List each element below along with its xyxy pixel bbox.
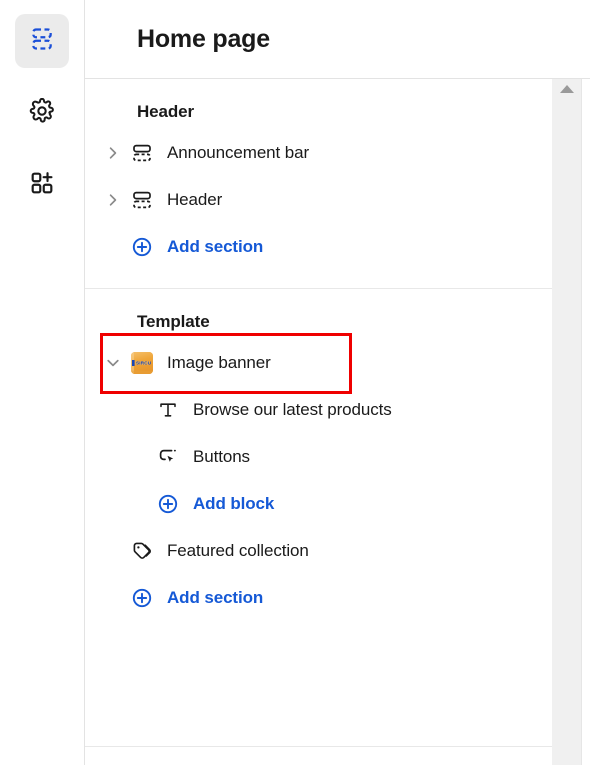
- section-label: Announcement bar: [167, 142, 310, 162]
- plus-circle-icon: [153, 493, 183, 515]
- chevron-right-icon[interactable]: [99, 145, 127, 161]
- list-bottom-divider: [85, 746, 552, 747]
- text-block-icon: [153, 399, 183, 421]
- sections-list: Header Announcement bar Header Add secti…: [85, 79, 552, 765]
- page-title: Home page: [137, 24, 270, 53]
- apps-add-icon: [29, 170, 55, 201]
- rail-item-apps[interactable]: [15, 158, 69, 212]
- add-section-button-header[interactable]: Add section: [85, 223, 552, 270]
- rail-item-sections[interactable]: [15, 14, 69, 68]
- section-label: Featured collection: [167, 540, 309, 560]
- settings-gear-icon: [29, 97, 55, 129]
- section-row-image-banner[interactable]: SIRCU Image banner: [85, 333, 552, 394]
- plus-circle-icon: [127, 587, 157, 609]
- add-section-label: Add section: [167, 587, 264, 607]
- block-label: Buttons: [193, 446, 250, 466]
- add-section-button-template[interactable]: Add section: [85, 574, 552, 621]
- panel-right-edge: [582, 79, 590, 765]
- vertical-scrollbar[interactable]: [552, 79, 582, 765]
- add-block-label: Add block: [193, 493, 275, 513]
- add-section-label: Add section: [167, 236, 264, 256]
- panel-body: Header Announcement bar Header Add secti…: [85, 79, 590, 765]
- block-row-text[interactable]: Browse our latest products: [85, 386, 552, 433]
- section-icon: [127, 142, 157, 164]
- add-block-button[interactable]: Add block: [85, 480, 552, 527]
- section-icon: [127, 189, 157, 211]
- svg-text:SIRCU: SIRCU: [136, 360, 152, 365]
- button-block-icon: [153, 446, 183, 468]
- section-row-header[interactable]: Header: [85, 176, 552, 223]
- left-icon-rail: [0, 0, 85, 765]
- section-group-header: Header Announcement bar Header Add secti…: [85, 79, 552, 288]
- section-label: Header: [167, 189, 223, 209]
- group-title: Header: [137, 102, 195, 121]
- triangle-up-icon: [559, 85, 574, 93]
- block-label: Browse our latest products: [193, 399, 392, 419]
- sections-panel: Home page Header Announcement bar Header…: [85, 0, 590, 765]
- chevron-right-icon[interactable]: [99, 192, 127, 208]
- section-row-announcement-bar[interactable]: Announcement bar: [85, 129, 552, 176]
- block-row-buttons[interactable]: Buttons: [85, 433, 552, 480]
- sections-icon: [29, 26, 55, 57]
- group-title: Template: [137, 312, 210, 331]
- chevron-down-icon[interactable]: [99, 355, 127, 371]
- plus-circle-icon: [127, 236, 157, 258]
- section-label: Image banner: [167, 352, 271, 372]
- section-group-template: Template SIRCU Image banner Browse our l…: [85, 288, 552, 621]
- panel-header: Home page: [85, 0, 590, 79]
- collection-tag-icon: [127, 540, 157, 562]
- rail-item-theme-settings[interactable]: [15, 86, 69, 140]
- theme-editor-window: Home page Header Announcement bar Header…: [0, 0, 590, 765]
- section-row-featured-collection[interactable]: Featured collection: [85, 527, 552, 574]
- scroll-up-arrow[interactable]: [552, 85, 581, 93]
- image-thumbnail: SIRCU: [127, 351, 157, 374]
